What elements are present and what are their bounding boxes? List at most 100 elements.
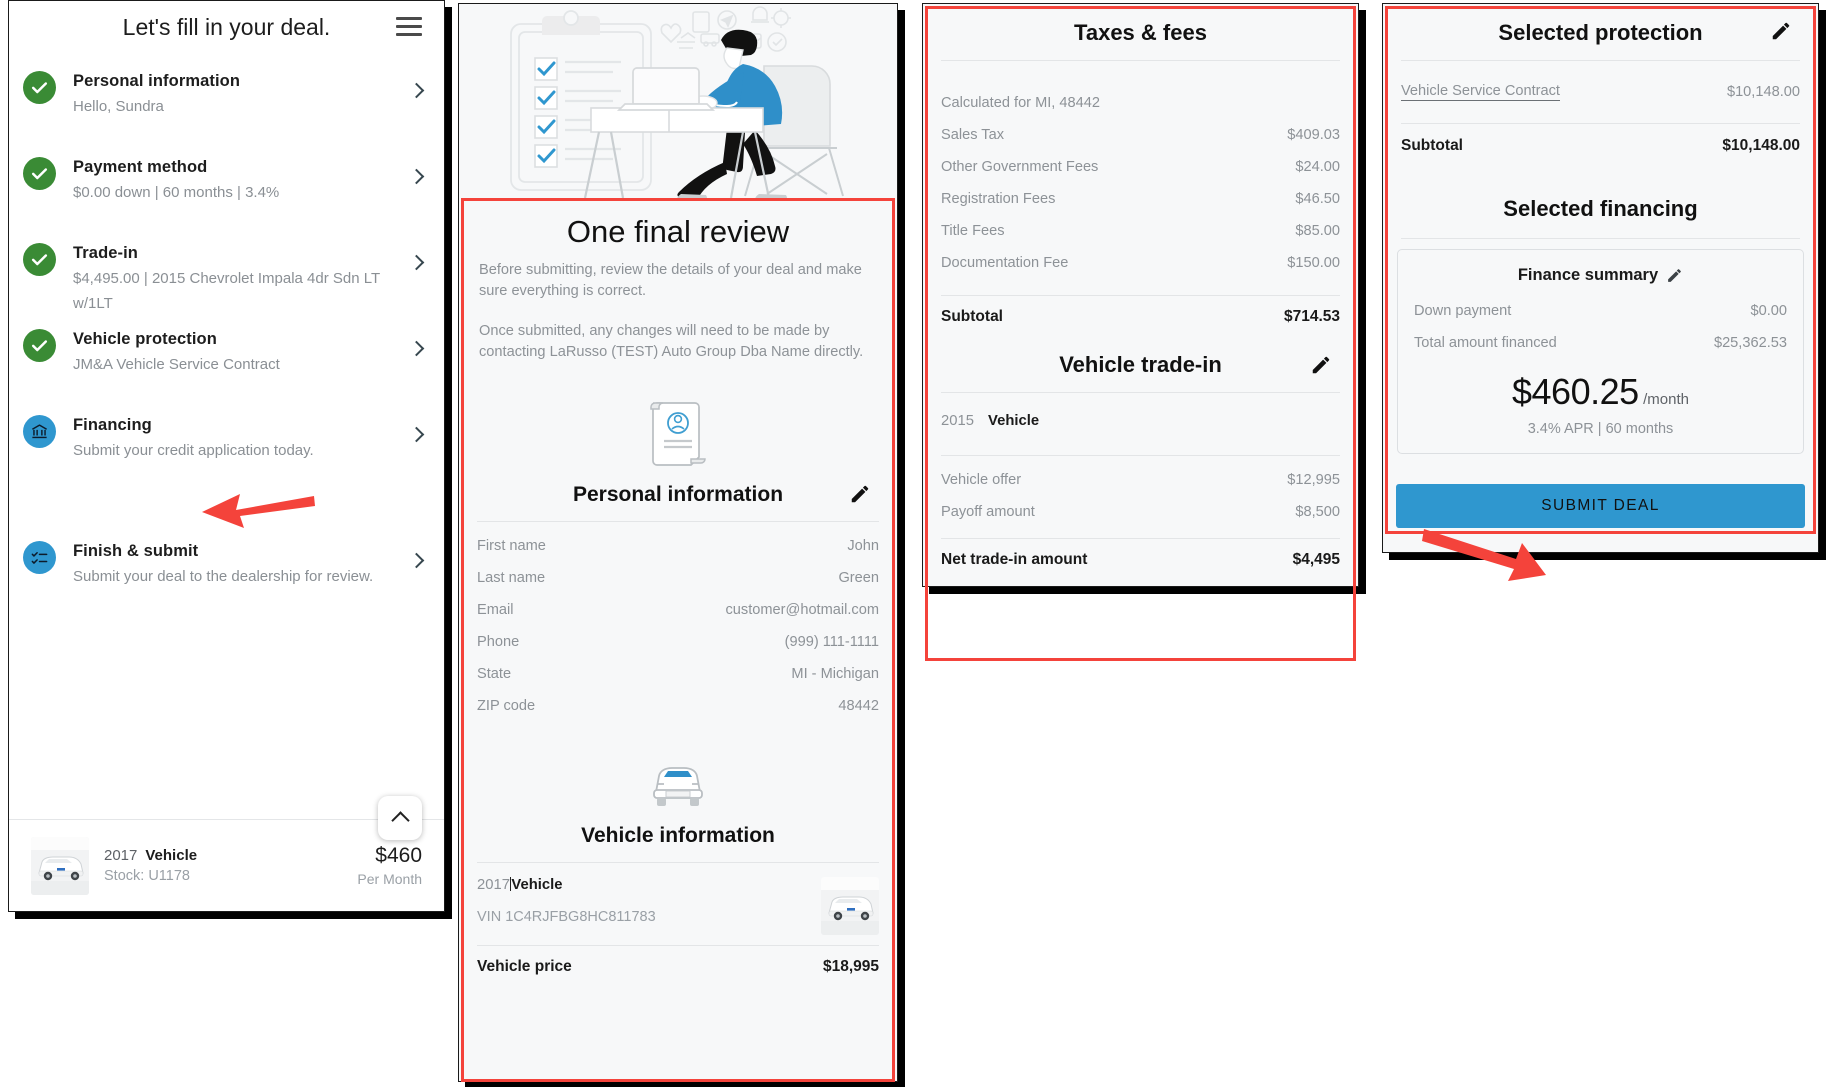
person-at-desk-illustration — [459, 4, 897, 200]
sidebar-step-list: Personal information Hello, Sundra Payme… — [9, 53, 444, 621]
submit-deal-button[interactable]: SUBMIT DEAL — [1396, 484, 1805, 528]
row-value: $24.00 — [1295, 159, 1340, 175]
row-value: $18,995 — [822, 958, 879, 975]
deal-vehicle-name: Vehicle — [145, 847, 198, 864]
sidebar-item-trade-in[interactable]: Trade-in $4,495.00 | 2015 Chevrolet Impa… — [9, 237, 444, 323]
final-review-paragraph-1: Before submitting, review the details of… — [479, 262, 862, 299]
personal-row: Phone (999) 111-1111 — [477, 626, 879, 658]
sidebar-item-label: Trade-in — [73, 244, 138, 262]
trade-in-section-header: Vehicle trade-in — [941, 338, 1340, 392]
checklist-icon — [23, 541, 56, 574]
sidebar-item-sublabel: $4,495.00 | 2015 Chevrolet Impala 4dr Sd… — [73, 270, 380, 312]
row-label: Registration Fees — [941, 191, 1056, 207]
sidebar-item-label: Payment method — [73, 158, 208, 176]
taxes-row: Sales Tax $409.03 — [941, 119, 1340, 151]
taxes-row: Other Government Fees $24.00 — [941, 151, 1340, 183]
pencil-icon[interactable] — [849, 483, 871, 505]
protection-row[interactable]: Vehicle Service Contract $10,148.00 — [1401, 75, 1800, 109]
row-value: 48442 — [838, 698, 879, 714]
trade-in-row: Vehicle offer $12,995 — [941, 464, 1340, 496]
pencil-icon[interactable] — [1666, 267, 1683, 284]
row-value: customer@hotmail.com — [725, 602, 880, 618]
row-label: Vehicle offer — [941, 472, 1022, 488]
vehicle-thumbnail — [31, 836, 89, 895]
annotation-arrow-finish-submit — [202, 494, 315, 528]
vehicle-price-row: Vehicle price $18,995 — [477, 946, 879, 988]
section-title: Finance summary — [1517, 266, 1659, 284]
row-value: $10,148.00 — [1726, 84, 1800, 100]
taxes-row: Documentation Fee $150.00 — [941, 247, 1340, 279]
sidebar-item-label: Finish & submit — [73, 542, 199, 560]
trade-in-name: Vehicle — [988, 413, 1040, 429]
chevron-up-icon[interactable] — [378, 796, 422, 840]
sidebar-item-label: Vehicle protection — [73, 330, 217, 348]
payment-period: /month — [1643, 391, 1689, 408]
trade-in-vehicle-row: 2015 Vehicle — [941, 393, 1340, 455]
row-label: Phone — [477, 634, 520, 650]
sidebar-item-sublabel: Hello, Sundra — [73, 98, 164, 115]
sidebar-item-personal-information[interactable]: Personal information Hello, Sundra — [9, 65, 444, 151]
trade-in-row: Payoff amount $8,500 — [941, 496, 1340, 528]
deal-steps-sidebar: Let's fill in your deal. Personal inform… — [8, 0, 445, 912]
final-review-title: One final review — [566, 214, 790, 249]
pencil-icon[interactable] — [1770, 20, 1792, 42]
car-front-icon — [477, 722, 879, 814]
deal-vehicle-stock: Stock: U1178 — [104, 868, 190, 884]
personal-row: ZIP code 48442 — [477, 690, 879, 722]
row-value: $409.03 — [1287, 127, 1340, 143]
sidebar-header: Let's fill in your deal. — [9, 1, 444, 53]
vehicle-thumbnail — [821, 877, 879, 935]
deal-monthly-price: $460 — [375, 844, 422, 867]
row-label: First name — [477, 538, 546, 554]
section-title: Personal information — [572, 483, 784, 506]
protection-subtotal-row: Subtotal $10,148.00 — [1401, 124, 1800, 168]
finance-summary-card: Finance summary Down payment $0.00 Total … — [1397, 249, 1804, 454]
annotation-arrow-submit-deal — [1422, 529, 1546, 581]
section-title: Vehicle information — [581, 824, 775, 847]
finance-summary-header: Finance summary — [1414, 262, 1787, 295]
row-value: $714.53 — [1283, 308, 1340, 325]
sidebar-item-vehicle-protection[interactable]: Vehicle protection JM&A Vehicle Service … — [9, 323, 444, 409]
sidebar-item-label: Personal information — [73, 72, 241, 90]
monthly-payment: $460.25 /month — [1414, 371, 1787, 413]
row-label: Vehicle price — [477, 958, 572, 975]
row-label: Calculated for MI, 48442 — [941, 95, 1100, 111]
sidebar-item-finish-and-submit[interactable]: Finish & submit Submit your deal to the … — [9, 535, 444, 621]
personal-row: State MI - Michigan — [477, 658, 879, 690]
section-title: Selected protection — [1498, 20, 1703, 45]
taxes-section-header: Taxes & fees — [941, 4, 1340, 60]
sidebar-item-sublabel: JM&A Vehicle Service Contract — [73, 356, 280, 373]
personal-row: First name John — [477, 530, 879, 562]
section-title: Vehicle trade-in — [1059, 352, 1222, 377]
sidebar-item-financing[interactable]: Financing Submit your credit application… — [9, 409, 444, 495]
sidebar-item-payment-method[interactable]: Payment method $0.00 down | 60 months | … — [9, 151, 444, 237]
taxes-row: Title Fees $85.00 — [941, 215, 1340, 247]
trade-in-net-row: Net trade-in amount $4,495 — [941, 539, 1340, 581]
protection-section-header: Selected protection — [1401, 4, 1800, 60]
deal-vehicle-year: 2017 — [104, 847, 138, 864]
check-icon — [23, 157, 56, 190]
row-label: Payoff amount — [941, 504, 1035, 520]
page-title: Let's fill in your deal. — [122, 13, 331, 40]
vin-value: 1C4RJFBG8HC811783 — [505, 909, 656, 925]
row-label: Net trade-in amount — [941, 551, 1088, 568]
personal-row: Email customer@hotmail.com — [477, 594, 879, 626]
row-value: (999) 111-1111 — [784, 634, 879, 650]
hamburger-icon[interactable] — [396, 17, 422, 36]
row-label: Down payment — [1414, 303, 1512, 319]
taxes-row: Registration Fees $46.50 — [941, 183, 1340, 215]
deal-summary-bar: 2017 Vehicle Stock: U1178 $460 Per Month — [9, 796, 444, 911]
protection-and-financing-panel: Selected protection Vehicle Service Cont… — [1382, 3, 1819, 553]
row-value: $25,362.53 — [1713, 335, 1787, 351]
vehicle-information-section-header: Vehicle information — [477, 814, 879, 862]
bank-icon — [23, 415, 56, 448]
trade-in-year: 2015 — [941, 413, 974, 429]
row-value: John — [847, 538, 879, 554]
financing-section-header: Selected financing — [1401, 168, 1800, 238]
personal-information-section-header: Personal information — [477, 473, 879, 521]
divider — [1401, 238, 1800, 239]
check-icon — [23, 329, 56, 362]
sidebar-item-sublabel: $0.00 down | 60 months | 3.4% — [73, 184, 280, 201]
pencil-icon[interactable] — [1310, 354, 1332, 376]
row-value: $46.50 — [1295, 191, 1340, 207]
